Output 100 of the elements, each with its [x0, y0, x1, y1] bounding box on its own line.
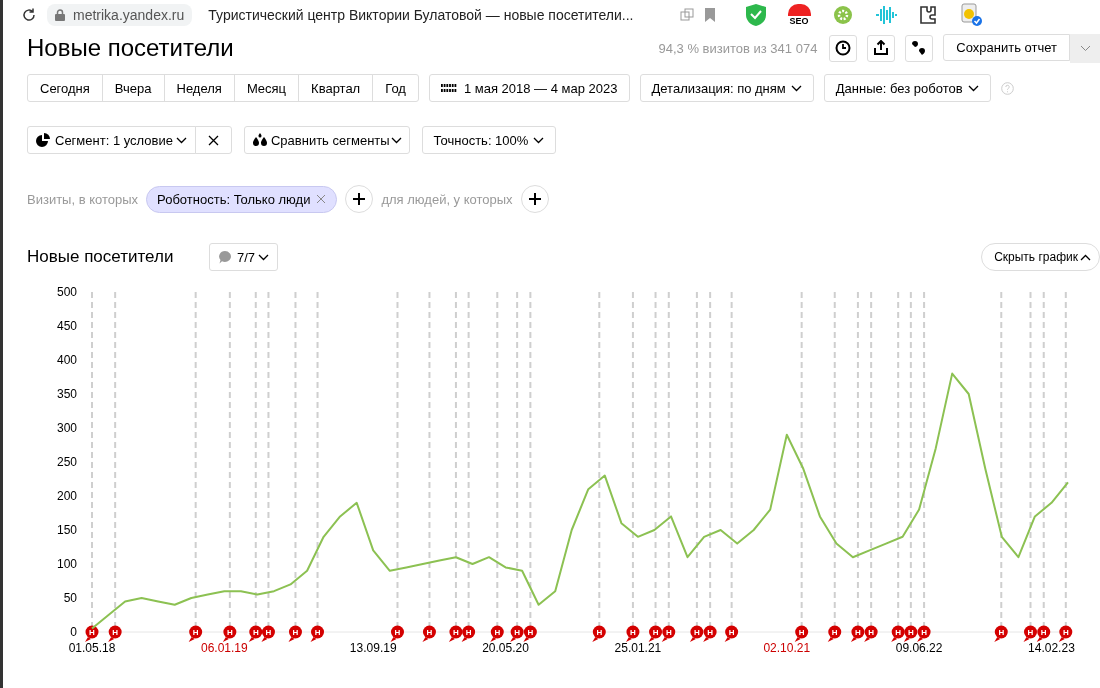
note-marker[interactable]: Н: [461, 625, 476, 642]
period-button[interactable]: Неделя: [163, 74, 235, 102]
caret-icon: [258, 253, 270, 261]
annotation: Н: [895, 628, 902, 637]
lock-icon: [55, 9, 65, 21]
comment-button[interactable]: [905, 34, 934, 62]
period-button[interactable]: Год: [372, 74, 419, 102]
note-marker[interactable]: Н: [827, 625, 842, 642]
extension-badge-icon[interactable]: [958, 3, 983, 27]
annotation: Н: [494, 628, 501, 637]
annotation: Н: [226, 628, 233, 637]
people-condition-label: для людей, у которых: [381, 191, 513, 207]
note-marker[interactable]: Н: [288, 625, 302, 642]
address-bar[interactable]: metrika.yandex.ru: [47, 4, 193, 26]
add-condition-button[interactable]: [345, 185, 374, 213]
x-axis-label: 14.02.23: [1028, 641, 1075, 655]
segment-dropdown[interactable]: Сегмент: 1 условие: [27, 126, 196, 154]
caret-icon: [533, 136, 545, 144]
waveform-icon[interactable]: [874, 5, 897, 25]
period-button[interactable]: Квартал: [298, 74, 374, 102]
note-marker[interactable]: Н: [188, 625, 203, 642]
annotation: Н: [831, 628, 838, 637]
annotation: Н: [426, 628, 433, 637]
period-button[interactable]: Месяц: [233, 74, 300, 102]
note-marker[interactable]: Н: [261, 625, 275, 642]
x-axis-label: 01.05.18: [68, 641, 116, 655]
export-button[interactable]: [867, 34, 896, 62]
y-axis-label: 200: [56, 489, 77, 503]
note-marker[interactable]: Н: [490, 625, 504, 642]
reload-icon[interactable]: [21, 7, 37, 23]
note-marker[interactable]: Н: [1058, 625, 1073, 642]
data-dropdown[interactable]: Данные: без роботов: [823, 74, 991, 102]
note-marker[interactable]: Н: [310, 625, 325, 642]
history-button[interactable]: [829, 34, 858, 62]
period-button[interactable]: Сегодня: [27, 74, 103, 102]
upload-icon: [873, 40, 890, 56]
note-marker[interactable]: Н: [794, 625, 809, 642]
note-marker[interactable]: Н: [422, 625, 436, 642]
note-marker[interactable]: Н: [903, 625, 918, 642]
filter-chip[interactable]: Роботность: Только люди: [146, 185, 338, 213]
note-marker[interactable]: Н: [248, 625, 263, 642]
annotation: Н: [265, 628, 272, 637]
annotation: Н: [465, 628, 472, 637]
annotation: Н: [652, 628, 659, 637]
note-marker[interactable]: Н: [891, 625, 905, 642]
note-marker[interactable]: Н: [724, 625, 739, 642]
caret-icon: [790, 84, 802, 92]
note-marker[interactable]: Н: [703, 625, 717, 642]
note-marker[interactable]: Н: [108, 625, 122, 642]
note-marker[interactable]: Н: [448, 625, 463, 642]
annotation: Н: [1027, 628, 1034, 637]
report-title: Новые посетители: [27, 34, 235, 62]
note-marker[interactable]: Н: [390, 625, 404, 642]
note-marker[interactable]: Н: [1023, 625, 1037, 642]
hide-chart-button[interactable]: Скрыть график: [981, 243, 1100, 271]
speech-bubble-icon: [218, 250, 232, 264]
y-axis-label: 350: [56, 387, 77, 401]
note-marker[interactable]: Н: [661, 625, 676, 642]
annotation: Н: [314, 628, 321, 637]
note-marker[interactable]: Н: [917, 625, 931, 642]
visits-share: 94,3 % визитов из 341 074: [658, 40, 818, 56]
compare-segments-dropdown[interactable]: Сравнить сегменты: [243, 126, 410, 154]
annotation: Н: [855, 628, 862, 637]
note-marker[interactable]: Н: [994, 625, 1008, 642]
annotation: Н: [1062, 628, 1069, 637]
close-icon[interactable]: [316, 194, 327, 204]
note-marker[interactable]: Н: [523, 625, 537, 642]
annotation: Н: [630, 628, 637, 637]
copy-icon[interactable]: [679, 8, 694, 22]
y-axis-label: 250: [56, 455, 77, 469]
clock-icon: [835, 40, 852, 56]
note-marker[interactable]: Н: [1036, 625, 1051, 642]
note-marker[interactable]: Н: [85, 625, 99, 642]
caret-icon: [967, 84, 979, 92]
y-axis-label: 0: [70, 625, 77, 639]
date-range-button[interactable]: 1 мая 2018 — 4 мар 2023: [428, 74, 630, 102]
save-report-button[interactable]: Сохранить отчет: [943, 33, 1070, 61]
note-marker[interactable]: Н: [510, 625, 524, 642]
add-condition-button[interactable]: [520, 185, 549, 213]
accuracy-dropdown[interactable]: Точность: 100%: [421, 126, 557, 154]
clear-segment-button[interactable]: [194, 126, 232, 154]
caret-icon: [1080, 253, 1091, 261]
note-marker[interactable]: Н: [689, 625, 704, 642]
note-marker[interactable]: Н: [592, 625, 606, 642]
seo-extension-icon[interactable]: SEO: [787, 4, 811, 26]
note-marker[interactable]: Н: [648, 625, 663, 642]
period-button[interactable]: Вчера: [101, 74, 165, 102]
x-axis-label: 02.10.21: [763, 641, 811, 655]
notes-dropdown[interactable]: 7/7: [209, 243, 279, 271]
annotation: Н: [112, 628, 119, 637]
note-marker[interactable]: Н: [625, 625, 640, 642]
note-marker[interactable]: Н: [864, 625, 878, 642]
shield-icon[interactable]: [745, 4, 766, 26]
bookmark-icon[interactable]: [703, 8, 716, 22]
note-marker[interactable]: Н: [850, 625, 865, 642]
caret-icon: [390, 136, 402, 144]
annotation: Н: [998, 628, 1005, 637]
puzzle-icon[interactable]: [918, 5, 937, 25]
detail-dropdown[interactable]: Детализация: по дням: [639, 74, 814, 102]
note-marker[interactable]: Н: [222, 625, 237, 642]
